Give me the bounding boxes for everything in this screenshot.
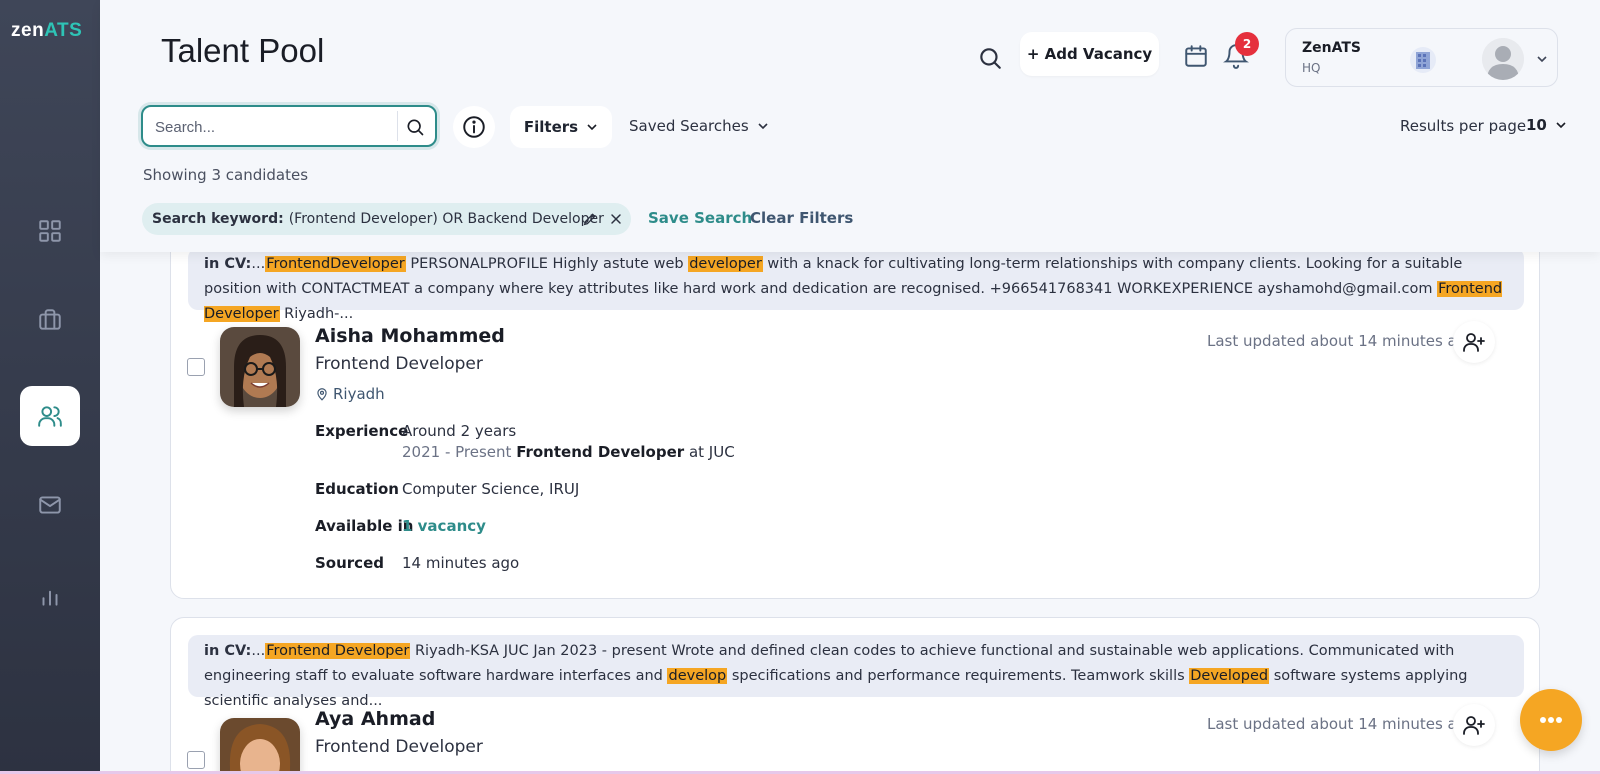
results-count: Showing 3 candidates [143,166,309,184]
divider [397,111,398,141]
candidate-name[interactable]: Aisha Mohammed [315,325,505,347]
sourced-value: 14 minutes ago [402,554,520,572]
close-icon[interactable] [608,211,624,227]
candidate-card: in CV:...Frontend Developer Riyadh-KSA J… [170,617,1540,774]
page-header: Talent Pool + Add Vacancy 2 ZenATS HQ Fi… [100,0,1600,252]
account-sub: HQ [1302,61,1321,75]
select-checkbox[interactable] [187,358,205,376]
chevron-down-icon [1537,56,1547,63]
experience-summary: Around 2 years [402,422,517,440]
sidebar-item-vacancies[interactable] [20,290,80,350]
notification-badge: 2 [1235,32,1259,56]
experience-label: Experience [315,422,409,440]
last-updated: Last updated about 14 minutes ago [1207,715,1476,733]
calendar-icon[interactable] [1183,43,1209,69]
cv-snippet: in CV:...FrontendDeveloper PERSONALPROFI… [188,248,1524,322]
save-search-link[interactable]: Save Search [648,209,752,227]
chevron-down-icon [587,124,597,131]
add-to-vacancy-button[interactable] [1453,704,1495,746]
add-vacancy-button[interactable]: + Add Vacancy [1020,32,1159,76]
available-vacancy-link[interactable]: 1 vacancy [402,517,486,535]
sidebar-item-inbox[interactable] [20,475,80,535]
briefcase-icon [39,309,61,330]
search-input[interactable] [155,116,390,138]
education-value: Computer Science, IRUJ [402,480,580,498]
candidate-role: Frontend Developer [315,354,483,374]
results-per-page-label: Results per page [1400,117,1527,135]
sourced-label: Sourced [315,554,384,572]
chat-button[interactable] [1520,689,1582,751]
users-icon [38,406,62,427]
sidebar-item-talent-pool[interactable] [20,386,80,446]
sidebar-item-dashboard[interactable] [20,201,80,261]
results-per-page-select[interactable]: 10 [1526,116,1567,134]
clear-filters-link[interactable]: Clear Filters [750,209,853,227]
candidate-photo [220,718,300,774]
sidebar-item-reports[interactable] [20,566,80,626]
info-icon [463,116,485,138]
user-plus-icon [1463,333,1485,352]
account-name: ZenATS [1302,40,1361,56]
info-button[interactable] [453,106,495,148]
page-title: Talent Pool [161,32,325,69]
account-switcher[interactable]: ZenATS HQ [1285,28,1558,87]
candidate-photo [220,327,300,407]
search-icon[interactable] [405,117,425,137]
user-plus-icon [1463,716,1485,735]
search-box [141,105,437,147]
candidate-card: in CV:...FrontendDeveloper PERSONALPROFI… [170,210,1540,599]
grid-icon [39,220,61,242]
pencil-icon[interactable] [582,211,598,227]
avatar [1482,38,1524,80]
education-label: Education [315,480,399,498]
available-label: Available in [315,517,414,535]
zenats-logo[interactable]: zenATS [11,20,82,42]
ellipsis-icon [1540,717,1562,723]
saved-searches-dropdown[interactable]: Saved Searches [629,117,769,135]
filter-chip: Search keyword: (Frontend Developer) OR B… [142,203,631,235]
location-pin-icon [317,388,327,401]
select-checkbox[interactable] [187,751,205,769]
chevron-down-icon [758,123,768,130]
search-icon[interactable] [977,45,1003,71]
add-to-vacancy-button[interactable] [1453,321,1495,363]
candidate-name[interactable]: Aya Ahmad [315,708,435,730]
mail-icon [39,496,61,514]
cv-snippet: in CV:...Frontend Developer Riyadh-KSA J… [188,635,1524,709]
filters-button[interactable]: Filters [510,106,612,148]
chevron-down-icon [1556,122,1566,129]
building-icon [1410,47,1436,73]
candidate-location: Riyadh [315,385,385,403]
candidate-role: Frontend Developer [315,737,483,757]
last-updated: Last updated about 14 minutes ago [1207,332,1476,350]
experience-entry: 2021 - Present Frontend Developer at JUC [402,443,735,461]
bar-chart-icon [42,590,58,606]
sidebar: zenATS [0,0,100,774]
